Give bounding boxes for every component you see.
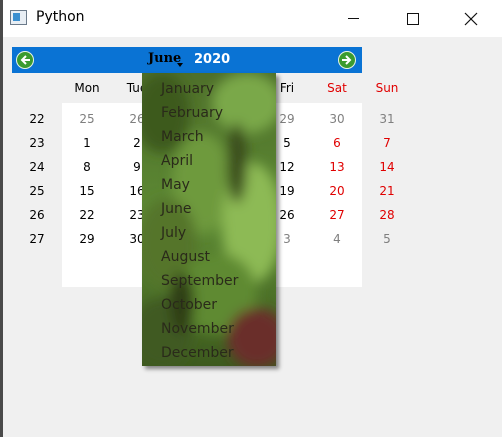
month-dropdown-menu: January February March April May June July Augu… — [142, 73, 276, 366]
day-cell[interactable]: 14 — [362, 155, 412, 179]
month-menu-item[interactable]: May — [161, 176, 190, 194]
week-number: 25 — [29, 184, 45, 198]
month-menu-item[interactable]: July — [161, 224, 186, 242]
python-app-icon — [10, 10, 27, 25]
next-month-button[interactable] — [338, 51, 356, 69]
month-menu-item[interactable]: September — [161, 272, 238, 290]
month-menu-item[interactable]: February — [161, 104, 223, 122]
day-cell[interactable]: 21 — [362, 179, 412, 203]
title-bar[interactable]: Python — [0, 0, 502, 37]
day-cell[interactable]: 1 — [62, 131, 112, 155]
month-menu-item[interactable]: January — [161, 80, 214, 98]
app-window: Python June 2020 Mon Tue Fri Sat Sun 22 … — [0, 0, 502, 437]
day-cell[interactable]: 29 — [62, 227, 112, 251]
maximize-icon — [407, 12, 419, 25]
day-cell[interactable]: 8 — [62, 155, 112, 179]
month-menu-item[interactable]: December — [161, 344, 234, 362]
chevron-down-icon — [177, 63, 183, 67]
day-cell[interactable]: 4 — [312, 227, 362, 251]
right-arrow-icon — [342, 55, 352, 65]
day-cell[interactable]: 13 — [312, 155, 362, 179]
month-menu-item[interactable]: August — [161, 248, 210, 266]
month-menu-item[interactable]: March — [161, 128, 204, 146]
previous-month-button[interactable] — [16, 51, 34, 69]
day-cell[interactable]: 7 — [362, 131, 412, 155]
month-menu-item[interactable]: June — [161, 200, 192, 218]
year-selector-button[interactable]: 2020 — [194, 52, 230, 67]
week-number: 24 — [29, 160, 45, 174]
close-button[interactable] — [448, 0, 494, 37]
left-arrow-icon — [20, 55, 30, 65]
close-icon — [464, 12, 478, 25]
window-left-border — [0, 0, 3, 437]
weekday-header-cell: Mon — [74, 81, 100, 95]
day-cell[interactable]: 20 — [312, 179, 362, 203]
month-menu-item[interactable]: April — [161, 152, 193, 170]
day-cell[interactable]: 31 — [362, 107, 412, 131]
day-cell[interactable]: 22 — [62, 203, 112, 227]
weekday-header-cell: Sat — [327, 81, 347, 95]
month-menu-item[interactable]: November — [161, 320, 234, 338]
day-cell[interactable]: 27 — [312, 203, 362, 227]
week-number: 23 — [29, 136, 45, 150]
minimize-button[interactable] — [330, 0, 376, 37]
week-number: 22 — [29, 112, 45, 126]
calendar-nav-bar: June 2020 — [12, 47, 362, 73]
day-cell[interactable]: 5 — [362, 227, 412, 251]
week-number: 27 — [29, 232, 45, 246]
minimize-icon — [347, 18, 359, 19]
day-cell[interactable]: 25 — [62, 107, 112, 131]
month-menu-item[interactable]: October — [161, 296, 217, 314]
window-title: Python — [36, 9, 85, 25]
day-cell[interactable]: 15 — [62, 179, 112, 203]
week-number: 26 — [29, 208, 45, 222]
maximize-button[interactable] — [390, 0, 436, 37]
day-cell[interactable]: 6 — [312, 131, 362, 155]
weekday-header-cell: Sun — [375, 81, 399, 95]
day-cell[interactable]: 30 — [312, 107, 362, 131]
day-cell[interactable]: 28 — [362, 203, 412, 227]
